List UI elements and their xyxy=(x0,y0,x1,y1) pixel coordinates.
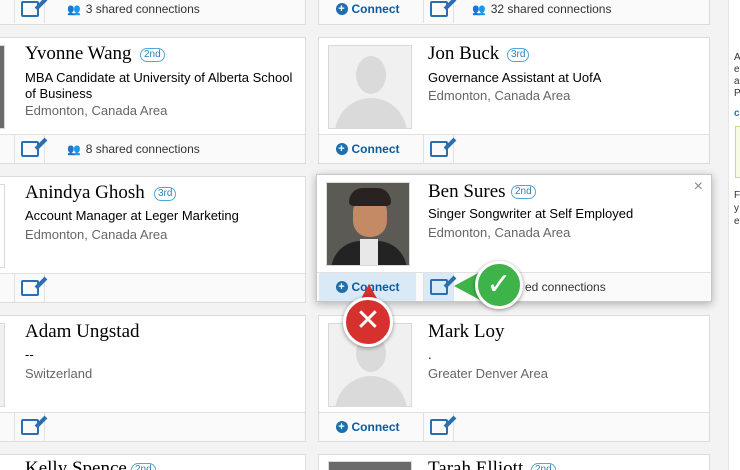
action-bar: + Connect xyxy=(319,412,709,441)
profile-photo[interactable] xyxy=(0,45,5,129)
person-headline: Governance Assistant at UofA xyxy=(428,70,602,85)
sidebar-text: F xyxy=(734,190,740,201)
connection-card: Tarah Elliott 2nd xyxy=(318,454,710,470)
sidebar-link[interactable]: c xyxy=(734,108,740,119)
sidebar-box xyxy=(735,126,740,178)
connect-label: Connect xyxy=(351,142,400,156)
shared-connections-label: ed connections xyxy=(525,280,606,294)
person-name[interactable]: Ben Sures xyxy=(428,181,506,203)
profile-photo[interactable] xyxy=(328,461,412,470)
degree-badge: 2nd xyxy=(131,463,156,470)
degree-badge: 2nd xyxy=(531,463,556,470)
person-name[interactable]: Yvonne Wang xyxy=(25,43,132,65)
profile-photo[interactable] xyxy=(0,323,5,407)
person-location: Switzerland xyxy=(25,366,93,381)
shared-connections-label: 3 shared connections xyxy=(85,2,200,16)
people-icon: 👥 xyxy=(67,3,81,16)
edit-icon xyxy=(20,1,39,17)
degree-badge: 2nd xyxy=(140,48,165,62)
sidebar-text: y xyxy=(734,203,739,214)
sidebar-text: P xyxy=(734,88,740,99)
person-location: Edmonton, Canada Area xyxy=(25,227,168,242)
degree-badge: 2nd xyxy=(511,185,536,199)
edit-button[interactable] xyxy=(423,273,454,301)
plus-icon: + xyxy=(335,421,348,433)
person-location: Edmonton, Canada Area xyxy=(25,103,168,118)
edit-icon xyxy=(429,1,448,17)
degree-badge: 3rd xyxy=(507,48,530,62)
degree-badge: 3rd xyxy=(154,187,177,201)
edit-icon xyxy=(429,419,448,435)
connection-card: Kelly Spence 2nd xyxy=(0,454,306,470)
people-icon: 👥 xyxy=(67,143,81,156)
action-bar: 👥 3 shared connections xyxy=(0,0,305,24)
person-name[interactable]: Mark Loy xyxy=(428,321,505,343)
person-name[interactable]: Jon Buck xyxy=(428,43,499,65)
connection-card: 👥 3 shared connections xyxy=(0,0,306,25)
edit-icon xyxy=(429,141,448,157)
action-bar xyxy=(0,412,305,441)
close-icon[interactable]: × xyxy=(694,178,703,196)
edit-icon xyxy=(429,279,448,295)
sidebar-text: e xyxy=(734,216,740,227)
edit-button[interactable] xyxy=(423,135,454,163)
person-headline: -- xyxy=(25,347,34,362)
connect-label: Connect xyxy=(351,420,400,434)
edit-button[interactable] xyxy=(423,413,454,441)
person-location: Greater Denver Area xyxy=(428,366,548,381)
edit-icon xyxy=(20,280,39,296)
connection-card: Anindya Ghosh 3rd Account Manager at Leg… xyxy=(0,176,306,303)
edit-button[interactable] xyxy=(14,413,45,441)
action-bar: + Connect xyxy=(319,134,709,163)
edit-button[interactable] xyxy=(14,0,45,23)
sidebar-text: e xyxy=(734,64,740,75)
connect-button[interactable]: + Connect xyxy=(319,135,416,163)
edit-icon xyxy=(20,419,39,435)
person-name[interactable]: Adam Ungstad xyxy=(25,321,140,343)
shared-connections[interactable]: ed connections xyxy=(525,273,606,301)
plus-icon: + xyxy=(335,3,348,15)
edit-icon xyxy=(20,141,39,157)
connect-label: Connect xyxy=(351,2,400,16)
plus-icon: + xyxy=(335,281,348,293)
profile-photo[interactable] xyxy=(326,182,410,266)
shared-connections[interactable]: 👥 3 shared connections xyxy=(67,0,200,23)
person-name[interactable]: Anindya Ghosh xyxy=(25,182,145,204)
person-name[interactable]: Tarah Elliott xyxy=(428,458,523,470)
connection-card: + Connect 👥 32 shared connections xyxy=(318,0,710,25)
cross-icon: ✕ xyxy=(343,297,393,347)
person-name[interactable]: Kelly Spence xyxy=(25,458,127,470)
connection-card: Yvonne Wang 2nd MBA Candidate at Univers… xyxy=(0,37,306,164)
person-headline: Account Manager at Leger Marketing xyxy=(25,208,239,223)
shared-connections-label: 32 shared connections xyxy=(490,2,612,16)
action-bar xyxy=(0,273,305,302)
right-sidebar: A e a P c F y e xyxy=(728,0,740,470)
shared-connections[interactable]: 👥 8 shared connections xyxy=(67,135,200,163)
person-location: Edmonton, Canada Area xyxy=(428,88,571,103)
person-headline: . xyxy=(428,347,432,362)
person-headline: Singer Songwriter at Self Employed xyxy=(428,206,634,221)
action-bar: + Connect 👥 32 shared connections xyxy=(319,0,709,24)
shared-connections[interactable]: 👥 32 shared connections xyxy=(472,0,611,23)
people-icon: 👥 xyxy=(472,3,486,16)
edit-button[interactable] xyxy=(423,0,454,23)
edit-button[interactable] xyxy=(14,274,45,302)
sidebar-text: A xyxy=(734,52,740,63)
person-headline: MBA Candidate at University of Alberta S… xyxy=(25,70,293,101)
profile-photo[interactable] xyxy=(0,184,5,268)
profile-photo[interactable] xyxy=(328,45,412,129)
plus-icon: + xyxy=(335,143,348,155)
person-location: Edmonton, Canada Area xyxy=(428,225,571,240)
connection-card: Jon Buck 3rd Governance Assistant at Uof… xyxy=(318,37,710,164)
connection-card: Adam Ungstad -- Switzerland xyxy=(0,315,306,442)
connect-button[interactable]: + Connect xyxy=(319,0,416,23)
sidebar-text: a xyxy=(734,76,740,87)
shared-connections-label: 8 shared connections xyxy=(85,142,200,156)
edit-button[interactable] xyxy=(14,135,45,163)
checkmark-icon: ✓ xyxy=(475,261,523,309)
action-bar: 👥 8 shared connections xyxy=(0,134,305,163)
connect-button[interactable]: + Connect xyxy=(319,413,416,441)
